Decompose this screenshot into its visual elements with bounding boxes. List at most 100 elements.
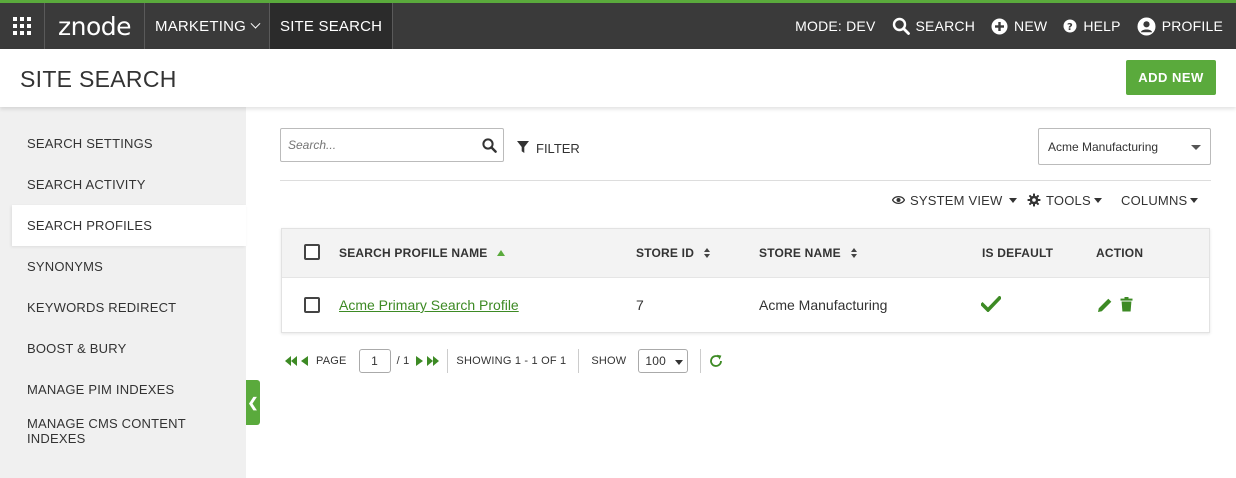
user-circle-icon: [1137, 17, 1156, 36]
sort-icon: [850, 248, 857, 258]
sidebar-item-search-activity[interactable]: SEARCH ACTIVITY: [12, 164, 246, 205]
row-checkbox[interactable]: [304, 297, 320, 313]
caret-down-icon: [1191, 145, 1201, 150]
checkmark-icon: [979, 295, 1003, 315]
caret-down-icon: [675, 360, 684, 365]
show-label: SHOW: [591, 355, 627, 367]
search-icon: [892, 17, 910, 35]
profile-button[interactable]: PROFILE: [1137, 17, 1223, 36]
page-number-input[interactable]: 1: [358, 349, 391, 373]
divider: [280, 180, 1211, 181]
system-view-label: SYSTEM VIEW: [910, 192, 1003, 208]
sidebar-item-search-settings[interactable]: SEARCH SETTINGS: [12, 123, 246, 164]
sidebar-item-manage-cms-content-indexes[interactable]: MANAGE CMS CONTENT INDEXES: [12, 410, 246, 451]
sort-icon: [704, 248, 711, 258]
profile-name-cell: Acme Primary Search Profile: [339, 297, 519, 313]
nav-menu-site-search[interactable]: SITE SEARCH: [269, 3, 394, 49]
store-dropdown[interactable]: Acme Manufacturing: [1038, 128, 1211, 165]
sidebar-collapse-button[interactable]: ❮: [246, 380, 260, 425]
search-label: SEARCH: [915, 18, 976, 34]
search-profiles-grid: SEARCH PROFILE NAME STORE ID STORE NAME …: [281, 228, 1210, 333]
add-new-button[interactable]: ADD NEW: [1126, 60, 1216, 95]
eye-icon: [892, 195, 905, 205]
tools-label: TOOLS: [1046, 192, 1091, 208]
top-navbar: znode MARKETING SITE SEARCH MODE: DEV SE…: [0, 0, 1236, 49]
pager-separator: [447, 349, 449, 373]
filter-button[interactable]: FILTER: [516, 140, 580, 157]
select-all-checkbox[interactable]: [304, 244, 320, 260]
apps-menu-button[interactable]: [0, 3, 45, 49]
column-header-store-name[interactable]: STORE NAME: [759, 246, 857, 260]
column-header-store-id[interactable]: STORE ID: [636, 246, 711, 260]
filter-icon: [516, 140, 530, 157]
page-size-value: 100: [645, 354, 667, 368]
nav-menu-label: MARKETING: [155, 17, 246, 35]
pager-separator: [700, 349, 702, 373]
grid-pager: PAGE 1 / 1 SHOWING 1 - 1 OF 1 SHOW 100: [285, 348, 723, 374]
delete-icon[interactable]: [1120, 297, 1133, 315]
nav-menu-marketing[interactable]: MARKETING: [145, 3, 270, 49]
chevron-left-icon: ❮: [247, 394, 259, 410]
sidebar-item-synonyms[interactable]: SYNONYMS: [12, 246, 246, 287]
filter-label: FILTER: [536, 141, 580, 156]
previous-page-icon[interactable]: [301, 356, 308, 366]
last-page-icon[interactable]: [427, 356, 440, 366]
new-button[interactable]: NEW: [991, 18, 1047, 35]
page-total: / 1: [396, 355, 410, 367]
search-icon[interactable]: [482, 138, 497, 158]
grid-icon: [13, 17, 31, 35]
sidebar: SEARCH SETTINGS SEARCH ACTIVITY SEARCH P…: [0, 107, 246, 478]
column-header-label: STORE ID: [636, 246, 695, 260]
chevron-down-icon: [250, 18, 261, 29]
caret-down-icon: [1190, 197, 1199, 203]
gear-icon: [1027, 193, 1041, 207]
sidebar-item-search-profiles[interactable]: SEARCH PROFILES: [12, 205, 246, 246]
next-page-icon[interactable]: [416, 356, 424, 366]
sort-ascending-icon: [497, 250, 506, 256]
help-button[interactable]: ? HELP: [1063, 18, 1120, 34]
page-header: SITE SEARCH ADD NEW: [0, 49, 1236, 107]
tools-dropdown[interactable]: TOOLS: [1027, 192, 1102, 208]
grid-search-input[interactable]: [281, 129, 471, 161]
sidebar-item-keywords-redirect[interactable]: KEYWORDS REDIRECT: [12, 287, 246, 328]
columns-dropdown[interactable]: COLUMNS: [1121, 192, 1199, 208]
column-header-search-profile-name[interactable]: SEARCH PROFILE NAME: [339, 246, 506, 260]
column-header-label: STORE NAME: [759, 246, 841, 260]
svg-text:?: ?: [1067, 22, 1073, 33]
znode-logo[interactable]: znode: [45, 3, 145, 49]
showing-count: SHOWING 1 - 1 OF 1: [456, 355, 567, 367]
nav-menu-label: SITE SEARCH: [279, 17, 383, 35]
page-label: PAGE: [316, 355, 347, 367]
edit-icon[interactable]: [1097, 297, 1113, 316]
column-header-label: SEARCH PROFILE NAME: [339, 246, 488, 260]
store-id-cell: 7: [636, 297, 644, 313]
column-header-label: ACTION: [1096, 246, 1144, 260]
system-view-dropdown[interactable]: SYSTEM VIEW: [892, 192, 1017, 208]
sidebar-item-manage-pim-indexes[interactable]: MANAGE PIM INDEXES: [12, 369, 246, 410]
profile-name-link[interactable]: Acme Primary Search Profile: [339, 297, 519, 313]
page-size-select[interactable]: 100: [638, 349, 689, 373]
column-header-is-default: IS DEFAULT: [982, 246, 1053, 260]
column-header-action: ACTION: [1096, 246, 1143, 260]
page-title: SITE SEARCH: [20, 66, 177, 92]
global-search-button[interactable]: SEARCH: [892, 17, 976, 35]
help-label: HELP: [1083, 18, 1121, 34]
column-header-label: IS DEFAULT: [982, 246, 1054, 260]
pager-separator: [578, 349, 580, 373]
grid-search-box: [280, 128, 504, 162]
first-page-icon[interactable]: [285, 356, 297, 366]
help-icon: ?: [1063, 19, 1077, 33]
plus-circle-icon: [991, 18, 1008, 35]
store-dropdown-value: Acme Manufacturing: [1048, 139, 1159, 154]
refresh-icon[interactable]: [709, 354, 723, 368]
sidebar-item-boost-bury[interactable]: BOOST & BURY: [12, 328, 246, 369]
profile-label: PROFILE: [1161, 18, 1223, 34]
caret-down-icon: [1093, 197, 1102, 203]
mode-indicator[interactable]: MODE: DEV: [795, 18, 875, 34]
store-name-cell: Acme Manufacturing: [759, 297, 888, 313]
grid-header-row: SEARCH PROFILE NAME STORE ID STORE NAME …: [282, 229, 1209, 278]
new-label: NEW: [1014, 18, 1048, 34]
caret-down-icon: [1008, 197, 1017, 203]
columns-label: COLUMNS: [1121, 192, 1188, 208]
mode-label: MODE: DEV: [795, 18, 876, 34]
